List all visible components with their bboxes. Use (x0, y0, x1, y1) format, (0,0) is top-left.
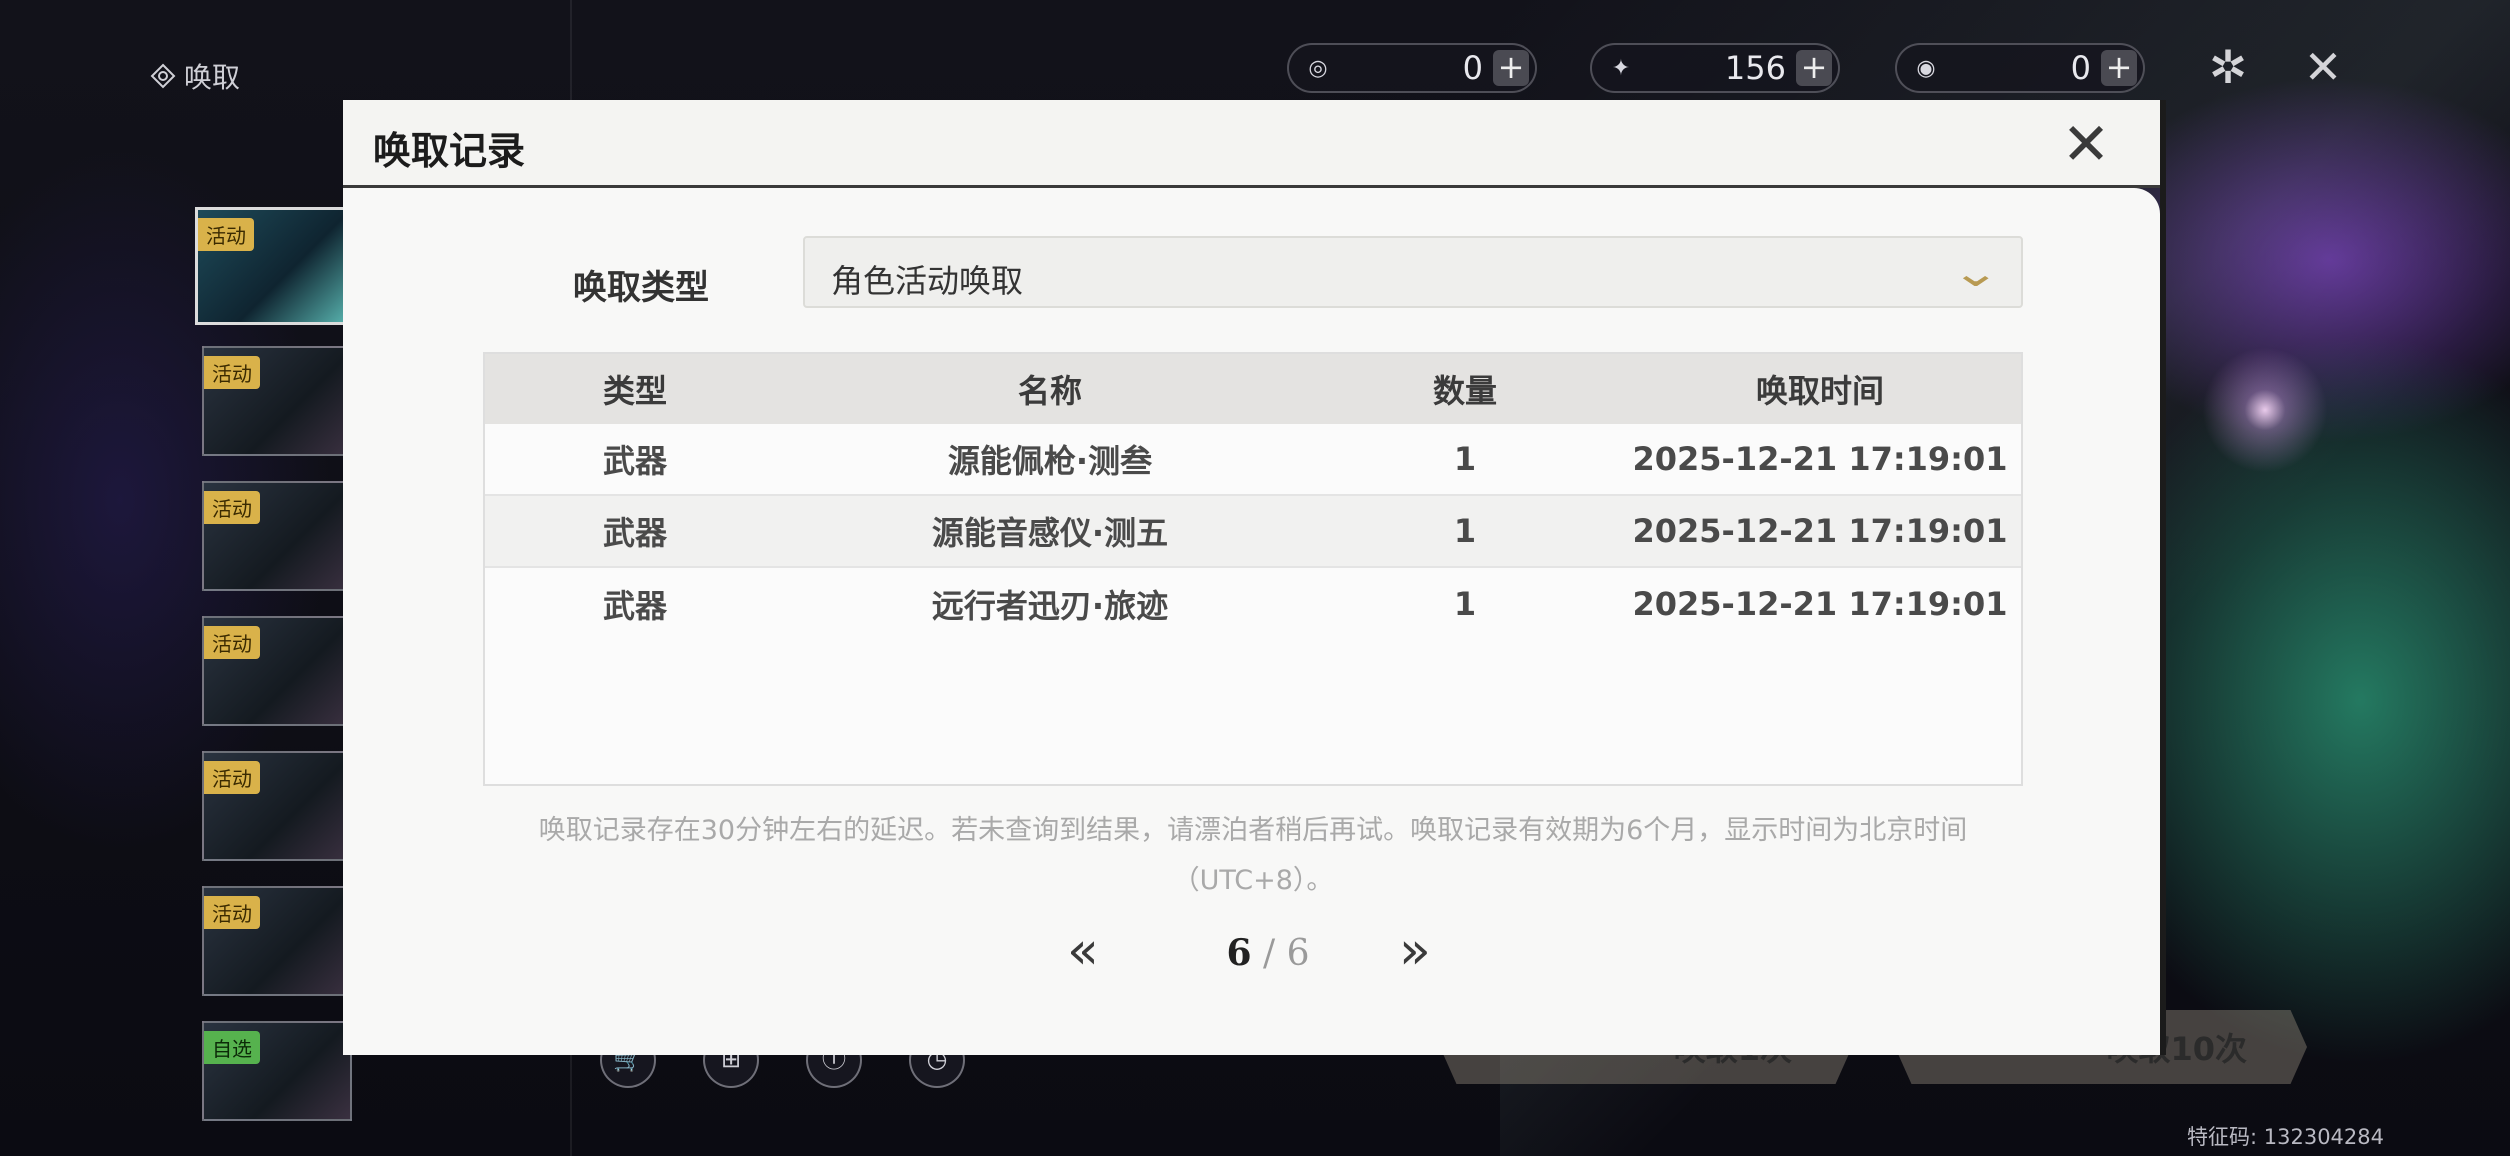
cell-name: 远行者迅刃·旅迹 (931, 587, 1169, 625)
cell-time: 2025-12-21 17:19:01 (1632, 440, 2008, 478)
add-currency-button[interactable]: + (1796, 50, 1832, 86)
radiant-tide-icon: ✦ (1611, 55, 1631, 81)
select-value: 角色活动唤取 (831, 262, 1024, 300)
dialog-body: 唤取类型 角色活动唤取 ⌄ 类型 名称 数量 唤取时间 武器 源能佩枪·测叁 1… (343, 188, 2160, 1055)
currency-bar-3: ◉ 0 + (1895, 43, 2145, 93)
dialog-header: 唤取记录 ✕ (343, 100, 2160, 188)
cell-type: 武器 (602, 587, 667, 625)
cell-quantity: 1 (1453, 440, 1477, 478)
currency-bar-1: ◎ 0 + (1287, 43, 1537, 93)
banner-tag: 自选 (204, 1031, 260, 1064)
banner-tag: 活动 (198, 218, 254, 251)
page-total: 6 (1286, 933, 1310, 974)
dialog-edge (2160, 100, 2166, 1055)
banner-item-2[interactable]: 活动 (202, 346, 352, 456)
banner-item-6[interactable]: 活动 (202, 886, 352, 996)
banner-item-4[interactable]: 活动 (202, 616, 352, 726)
convene-history-dialog: 唤取记录 ✕ 唤取类型 角色活动唤取 ⌄ 类型 名称 数量 唤取时间 武器 源能… (343, 100, 2166, 1055)
page-indicator: 6 / 6 (1193, 932, 1343, 974)
column-header-time: 唤取时间 (1755, 372, 1884, 410)
cell-type: 武器 (602, 442, 667, 480)
filter-label: 唤取类型 (573, 268, 709, 308)
cell-type: 武器 (602, 514, 667, 552)
table-header: 类型 名称 数量 唤取时间 (485, 354, 2021, 424)
banner-tag: 活动 (204, 896, 260, 929)
history-table: 类型 名称 数量 唤取时间 武器 源能佩枪·测叁 1 2025-12-21 17… (483, 352, 2023, 786)
add-currency-button[interactable]: + (1493, 50, 1529, 86)
cell-time: 2025-12-21 17:19:01 (1632, 585, 2008, 623)
convene-type-select[interactable]: 角色活动唤取 ⌄ (803, 236, 2023, 308)
page-next-icon[interactable]: » (1399, 922, 1431, 980)
feature-code: 特征码: 132304284 (2187, 1125, 2384, 1149)
convene-icon (150, 63, 176, 89)
page-separator: / (1263, 933, 1276, 974)
banner-tag: 活动 (204, 626, 260, 659)
dialog-close-icon[interactable]: ✕ (2052, 110, 2120, 178)
add-currency-button[interactable]: + (2101, 50, 2137, 86)
column-header-name: 名称 (1017, 372, 1082, 410)
cell-name: 源能音感仪·测五 (931, 514, 1169, 552)
currency-amount: 0 (2070, 49, 2091, 87)
lunite-orb-icon: ◎ (1308, 55, 1328, 81)
page-title: 唤取 (150, 56, 240, 96)
cell-time: 2025-12-21 17:19:01 (1632, 512, 2008, 550)
banner-tag: 活动 (204, 491, 260, 524)
cell-name: 源能佩枪·测叁 (947, 442, 1153, 480)
banner-item-1[interactable]: 活动 (195, 207, 367, 325)
column-header-type: 类型 (602, 372, 667, 410)
banner-tag: 活动 (204, 761, 260, 794)
page-title-label: 唤取 (184, 61, 241, 94)
table-row: 武器 远行者迅刃·旅迹 1 2025-12-21 17:19:01 (485, 568, 2021, 640)
currency-amount: 156 (1724, 49, 1786, 87)
currency-bar-2: ✦ 156 + (1590, 43, 1840, 93)
cell-quantity: 1 (1453, 585, 1477, 623)
cell-quantity: 1 (1453, 512, 1477, 550)
background-star (2185, 330, 2345, 490)
astrite-coin-icon: ◉ (1916, 55, 1936, 81)
dialog-title: 唤取记录 (373, 129, 526, 173)
banner-item-5[interactable]: 活动 (202, 751, 352, 861)
column-header-quantity: 数量 (1432, 372, 1497, 410)
page-prev-icon[interactable]: « (1067, 922, 1099, 980)
history-note: 唤取记录存在30分钟左右的延迟。若未查询到结果，请漂泊者稍后再试。唤取记录有效期… (538, 815, 1968, 896)
chevron-down-icon: ⌄ (1951, 250, 2002, 296)
banner-item-3[interactable]: 活动 (202, 481, 352, 591)
banner-item-7[interactable]: 自选 (202, 1021, 352, 1121)
table-row: 武器 源能佩枪·测叁 1 2025-12-21 17:19:01 (485, 424, 2021, 496)
close-icon[interactable]: ✕ (2292, 36, 2354, 98)
banner-tag: 活动 (204, 356, 260, 389)
settings-gear-icon[interactable]: ✲ (2197, 36, 2259, 98)
currency-amount: 0 (1462, 49, 1483, 87)
page-current: 6 (1226, 932, 1252, 974)
table-row: 武器 源能音感仪·测五 1 2025-12-21 17:19:01 (485, 496, 2021, 568)
